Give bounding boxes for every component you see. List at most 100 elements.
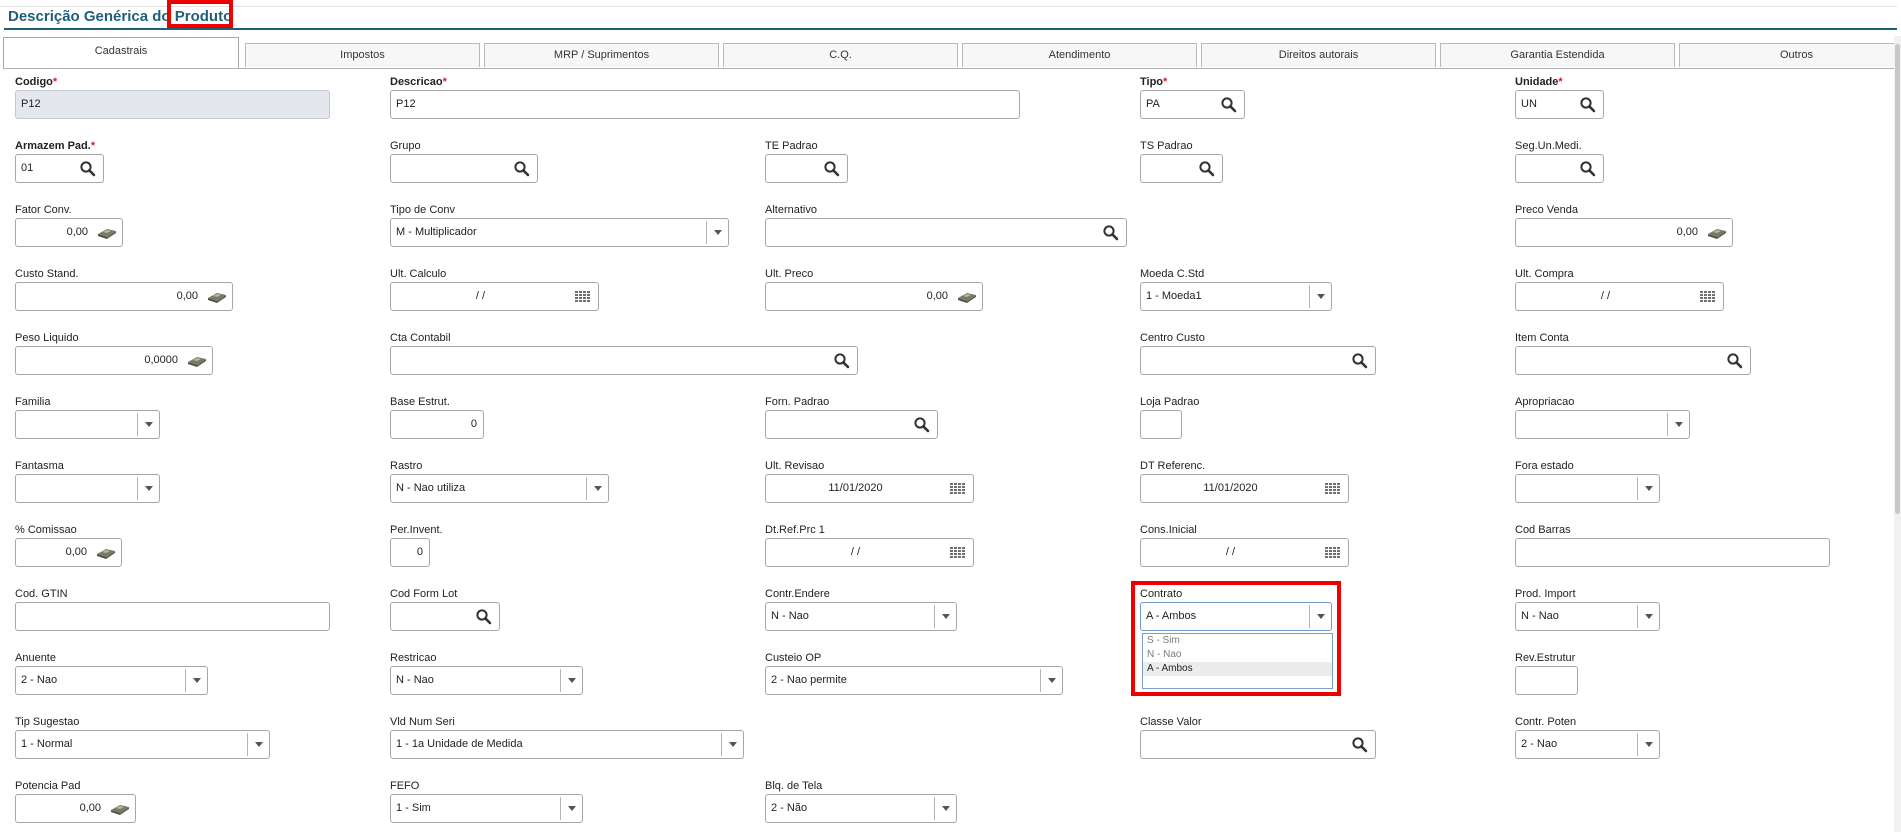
cod-form-lot-input[interactable] — [390, 602, 500, 631]
base-estrut-input[interactable]: 0 — [390, 410, 484, 439]
tab-impostos[interactable]: Impostos — [245, 43, 480, 67]
chevron-down-icon[interactable] — [568, 678, 576, 683]
search-icon[interactable] — [820, 155, 844, 182]
tab-cq[interactable]: C.Q. — [723, 43, 958, 67]
calculator-icon[interactable] — [94, 539, 118, 566]
search-icon[interactable] — [1723, 347, 1747, 374]
calculator-icon[interactable] — [955, 283, 979, 310]
custo-stand-input[interactable]: 0,00 — [15, 282, 233, 311]
anuente-select[interactable]: 2 - Nao — [15, 666, 208, 695]
peso-liquido-input[interactable]: 0,0000 — [15, 346, 213, 375]
cod-gtin-input[interactable] — [15, 602, 330, 631]
search-icon[interactable] — [1217, 91, 1241, 118]
chevron-down-icon[interactable] — [145, 486, 153, 491]
te-padrao-input[interactable] — [765, 154, 848, 183]
cod-barras-input[interactable] — [1515, 538, 1830, 567]
chevron-down-icon[interactable] — [1317, 294, 1325, 299]
calculator-icon[interactable] — [205, 283, 229, 310]
contrato-select[interactable]: A - Ambos — [1140, 602, 1332, 631]
search-icon[interactable] — [1195, 155, 1219, 182]
chevron-down-icon[interactable] — [1048, 678, 1056, 683]
loja-padrao-input[interactable] — [1140, 410, 1182, 439]
blq-de-tela-select[interactable]: 2 - Não — [765, 794, 957, 823]
chevron-down-icon[interactable] — [942, 806, 950, 811]
vertical-scrollbar[interactable] — [1894, 36, 1901, 832]
chevron-down-icon[interactable] — [568, 806, 576, 811]
fator-conv-input[interactable]: 0,00 — [15, 218, 123, 247]
ult-preco-input[interactable]: 0,00 — [765, 282, 983, 311]
chevron-down-icon[interactable] — [1645, 486, 1653, 491]
cta-contabil-input[interactable] — [390, 346, 858, 375]
calculator-icon[interactable] — [1705, 219, 1729, 246]
rev-estrutur-input[interactable] — [1515, 666, 1578, 695]
ts-padrao-input[interactable] — [1140, 154, 1223, 183]
calendar-icon[interactable] — [571, 283, 595, 310]
item-conta-input[interactable] — [1515, 346, 1751, 375]
tab-direitos-autorais[interactable]: Direitos autorais — [1201, 43, 1436, 67]
chevron-down-icon[interactable] — [193, 678, 201, 683]
restricao-select[interactable]: N - Nao — [390, 666, 583, 695]
grupo-input[interactable] — [390, 154, 538, 183]
comissao-input[interactable]: 0,00 — [15, 538, 122, 567]
descricao-input[interactable]: P12 — [390, 90, 1020, 119]
vld-num-seri-select[interactable]: 1 - 1a Unidade de Medida — [390, 730, 744, 759]
search-icon[interactable] — [910, 411, 934, 438]
apropriacao-select[interactable] — [1515, 410, 1690, 439]
calculator-icon[interactable] — [185, 347, 209, 374]
preco-venda-input[interactable]: 0,00 — [1515, 218, 1733, 247]
calendar-icon[interactable] — [1321, 475, 1345, 502]
search-icon[interactable] — [510, 155, 534, 182]
tab-garantia-estendida[interactable]: Garantia Estendida — [1440, 43, 1675, 67]
calendar-icon[interactable] — [1321, 539, 1345, 566]
search-icon[interactable] — [76, 155, 100, 182]
chevron-down-icon[interactable] — [145, 422, 153, 427]
prod-import-select[interactable]: N - Nao — [1515, 602, 1660, 631]
moeda-c-std-select[interactable]: 1 - Moeda1 — [1140, 282, 1332, 311]
calculator-icon[interactable] — [95, 219, 119, 246]
rastro-select[interactable]: N - Nao utiliza — [390, 474, 609, 503]
contrato-option-ambos[interactable]: A - Ambos — [1143, 662, 1332, 676]
chevron-down-icon[interactable] — [942, 614, 950, 619]
ult-calculo-date-input[interactable]: / / — [390, 282, 599, 311]
codigo-input[interactable]: P12 — [15, 90, 330, 119]
custeio-op-select[interactable]: 2 - Nao permite — [765, 666, 1063, 695]
chevron-down-icon[interactable] — [255, 742, 263, 747]
calendar-icon[interactable] — [946, 539, 970, 566]
contr-endere-select[interactable]: N - Nao — [765, 602, 957, 631]
per-invent-input[interactable]: 0 — [390, 538, 430, 567]
chevron-down-icon[interactable] — [1645, 742, 1653, 747]
forn-padrao-input[interactable] — [765, 410, 938, 439]
tab-outros[interactable]: Outros — [1679, 43, 1901, 67]
chevron-down-icon[interactable] — [1675, 422, 1683, 427]
tab-atendimento[interactable]: Atendimento — [962, 43, 1197, 67]
search-icon[interactable] — [1099, 219, 1123, 246]
fora-estado-select[interactable] — [1515, 474, 1660, 503]
ult-revisao-date-input[interactable]: 11/01/2020 — [765, 474, 974, 503]
search-icon[interactable] — [830, 347, 854, 374]
dt-referenc-date-input[interactable]: 11/01/2020 — [1140, 474, 1349, 503]
search-icon[interactable] — [1576, 155, 1600, 182]
tip-sugestao-select[interactable]: 1 - Normal — [15, 730, 270, 759]
calculator-icon[interactable] — [108, 795, 132, 822]
armazem-pad-input[interactable]: 01 — [15, 154, 104, 183]
contrato-option-nao[interactable]: N - Nao — [1143, 648, 1332, 662]
tipo-input[interactable]: PA — [1140, 90, 1245, 119]
search-icon[interactable] — [472, 603, 496, 630]
cons-inicial-date-input[interactable]: / / — [1140, 538, 1349, 567]
unidade-input[interactable]: UN — [1515, 90, 1604, 119]
chevron-down-icon[interactable] — [729, 742, 737, 747]
chevron-down-icon[interactable] — [1317, 614, 1325, 619]
familia-select[interactable] — [15, 410, 160, 439]
dt-ref-prc-1-date-input[interactable]: / / — [765, 538, 974, 567]
search-icon[interactable] — [1348, 731, 1372, 758]
calendar-icon[interactable] — [946, 475, 970, 502]
fefo-select[interactable]: 1 - Sim — [390, 794, 583, 823]
classe-valor-input[interactable] — [1140, 730, 1376, 759]
search-icon[interactable] — [1348, 347, 1372, 374]
ult-compra-date-input[interactable]: / / — [1515, 282, 1724, 311]
potencia-pad-input[interactable]: 0,00 — [15, 794, 136, 823]
seg-un-medi-input[interactable] — [1515, 154, 1604, 183]
search-icon[interactable] — [1576, 91, 1600, 118]
chevron-down-icon[interactable] — [1645, 614, 1653, 619]
tab-mrp-suprimentos[interactable]: MRP / Suprimentos — [484, 43, 719, 67]
